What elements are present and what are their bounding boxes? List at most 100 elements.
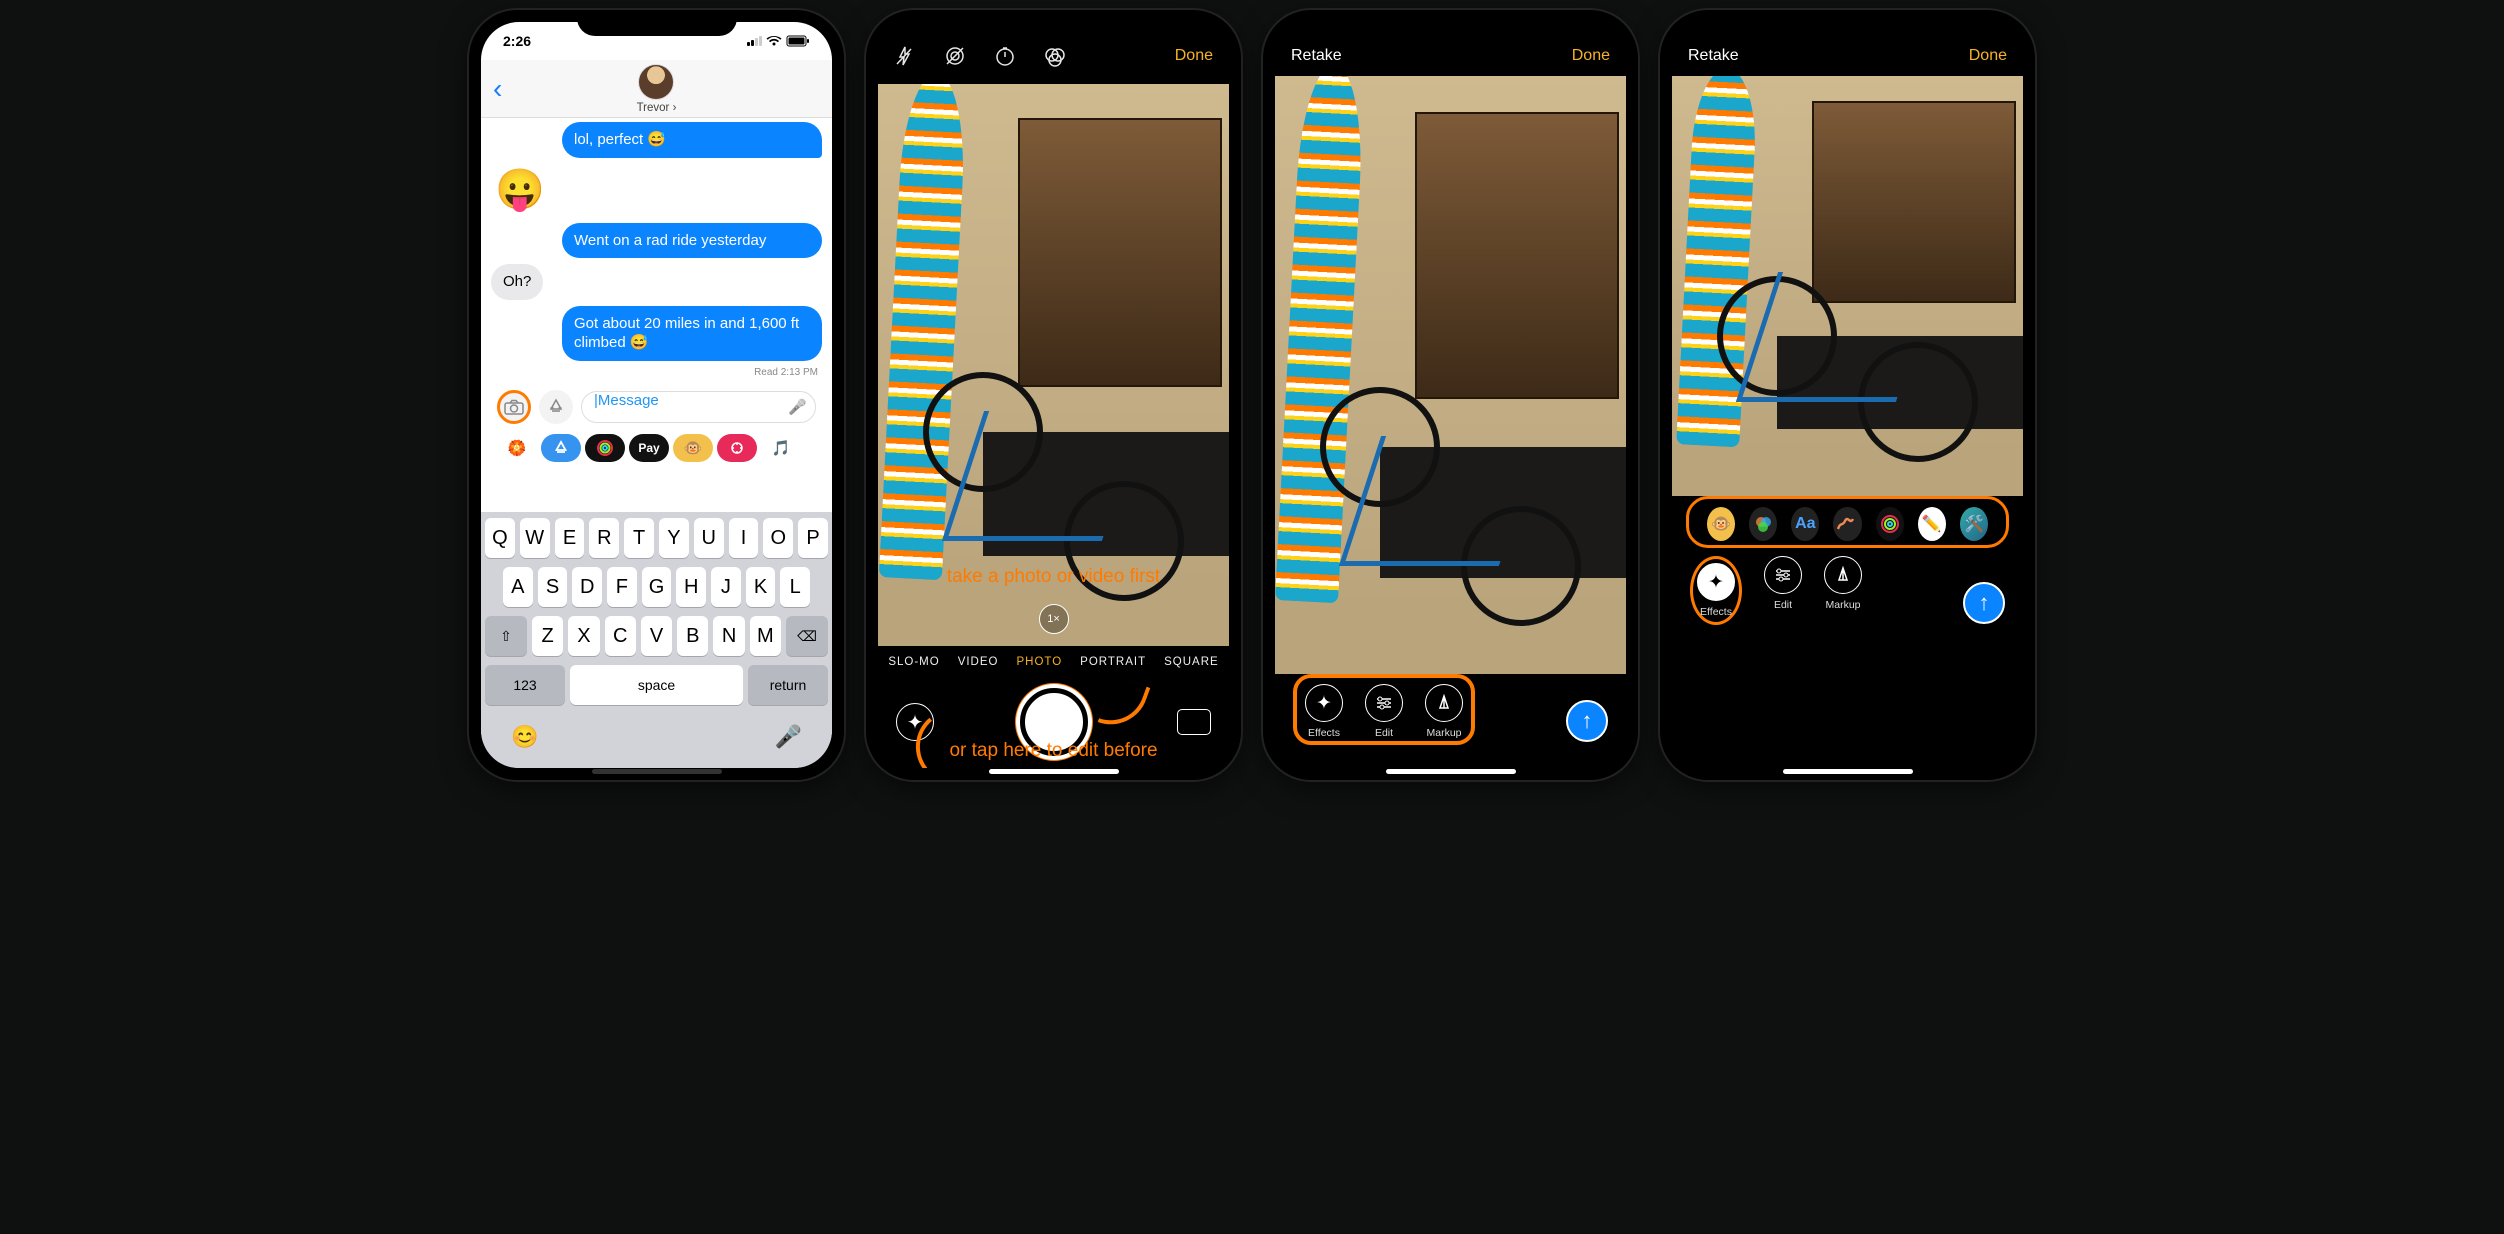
markup-button[interactable]: Markup bbox=[1425, 684, 1463, 739]
camera-button[interactable] bbox=[497, 390, 531, 424]
contact-header[interactable]: Trevor › bbox=[637, 64, 677, 114]
phone-messages: 2:26 ‹ Trevor › lol, perfect 😅 😛 Went on… bbox=[469, 10, 844, 780]
activity-effect-icon[interactable] bbox=[1876, 507, 1904, 541]
key-n[interactable]: N bbox=[713, 616, 744, 656]
effects-rail[interactable]: 🐵 Aa ✏️ 🛠️ bbox=[1686, 496, 2009, 548]
flip-camera-button[interactable] bbox=[1177, 709, 1211, 735]
photo-preview[interactable] bbox=[1275, 76, 1626, 674]
key-f[interactable]: F bbox=[607, 567, 637, 607]
home-indicator[interactable] bbox=[1783, 769, 1913, 774]
home-indicator[interactable] bbox=[1386, 769, 1516, 774]
key-p[interactable]: P bbox=[798, 518, 828, 558]
annotation-highlight: ✦Effects Edit Markup bbox=[1293, 674, 1475, 745]
key-c[interactable]: C bbox=[605, 616, 636, 656]
key-h[interactable]: H bbox=[676, 567, 706, 607]
input-bar: |Message bbox=[491, 386, 822, 430]
zoom-button[interactable]: 1× bbox=[1039, 604, 1069, 634]
send-button[interactable]: ↑ bbox=[1963, 582, 2005, 624]
mode-portrait[interactable]: PORTRAIT bbox=[1080, 656, 1146, 668]
home-indicator[interactable] bbox=[592, 769, 722, 774]
clock: 2:26 bbox=[503, 33, 531, 49]
key-o[interactable]: O bbox=[763, 518, 793, 558]
app-store-button[interactable] bbox=[539, 390, 573, 424]
key-j[interactable]: J bbox=[711, 567, 741, 607]
key-g[interactable]: G bbox=[642, 567, 672, 607]
sticker-effect-icon[interactable]: ✏️ bbox=[1918, 507, 1946, 541]
timer-icon[interactable] bbox=[994, 45, 1016, 67]
appstore-app-icon[interactable] bbox=[541, 434, 581, 462]
key-row-3: ⇧ ZXCVBNM ⌫ bbox=[485, 616, 828, 656]
effects-button[interactable]: ✦Effects bbox=[1305, 684, 1343, 739]
key-x[interactable]: X bbox=[568, 616, 599, 656]
keyboard[interactable]: QWERTYUIOP ASDFGHJKL ⇧ ZXCVBNM ⌫ 123 spa… bbox=[481, 512, 832, 768]
filters-icon[interactable] bbox=[1044, 45, 1066, 67]
key-t[interactable]: T bbox=[624, 518, 654, 558]
applepay-app-icon[interactable]: Pay bbox=[629, 434, 669, 462]
key-e[interactable]: E bbox=[555, 518, 585, 558]
text-effect-icon[interactable]: Aa bbox=[1791, 507, 1819, 541]
retake-button[interactable]: Retake bbox=[1291, 47, 1342, 65]
key-w[interactable]: W bbox=[520, 518, 550, 558]
camera-modes[interactable]: SLO-MO VIDEO PHOTO PORTRAIT SQUARE bbox=[878, 646, 1229, 676]
key-b[interactable]: B bbox=[677, 616, 708, 656]
numbers-key[interactable]: 123 bbox=[485, 665, 565, 705]
tool-effect-icon[interactable]: 🛠️ bbox=[1960, 507, 1988, 541]
shift-key[interactable]: ⇧ bbox=[485, 616, 527, 656]
received-message: Oh? bbox=[491, 264, 543, 300]
key-s[interactable]: S bbox=[538, 567, 568, 607]
digitaltouch-app-icon[interactable] bbox=[717, 434, 757, 462]
animoji-app-icon[interactable]: 🐵 bbox=[673, 434, 713, 462]
message-input[interactable]: |Message bbox=[581, 391, 816, 423]
key-r[interactable]: R bbox=[589, 518, 619, 558]
photos-app-icon[interactable]: 🏵️ bbox=[497, 434, 537, 462]
key-u[interactable]: U bbox=[694, 518, 724, 558]
key-a[interactable]: A bbox=[503, 567, 533, 607]
markup-button[interactable]: Markup bbox=[1824, 556, 1862, 611]
space-key[interactable]: space bbox=[570, 665, 743, 705]
key-d[interactable]: D bbox=[572, 567, 602, 607]
viewfinder[interactable]: 1× bbox=[878, 84, 1229, 646]
key-m[interactable]: M bbox=[750, 616, 781, 656]
back-button[interactable]: ‹ bbox=[493, 73, 502, 105]
mode-square[interactable]: SQUARE bbox=[1164, 656, 1219, 668]
music-app-icon[interactable]: 🎵 bbox=[761, 434, 801, 462]
done-button[interactable]: Done bbox=[1969, 47, 2007, 65]
notch bbox=[577, 10, 737, 36]
done-button[interactable]: Done bbox=[1175, 47, 1213, 65]
dictation-key[interactable]: 🎤 bbox=[775, 724, 802, 750]
home-indicator[interactable] bbox=[989, 769, 1119, 774]
key-i[interactable]: I bbox=[729, 518, 759, 558]
filters-effect-icon[interactable] bbox=[1749, 507, 1777, 541]
notch bbox=[1371, 10, 1531, 36]
key-z[interactable]: Z bbox=[532, 616, 563, 656]
key-k[interactable]: K bbox=[746, 567, 776, 607]
key-row-1: QWERTYUIOP bbox=[485, 518, 828, 558]
bike-illustration bbox=[1707, 210, 1988, 462]
avatar bbox=[638, 64, 674, 100]
animoji-effect-icon[interactable]: 🐵 bbox=[1707, 507, 1735, 541]
edit-button[interactable]: Edit bbox=[1764, 556, 1802, 611]
send-button[interactable]: ↑ bbox=[1566, 700, 1608, 742]
key-l[interactable]: L bbox=[780, 567, 810, 607]
key-v[interactable]: V bbox=[641, 616, 672, 656]
photo-preview[interactable] bbox=[1672, 76, 2023, 496]
flash-icon[interactable] bbox=[894, 45, 916, 67]
edit-button[interactable]: Edit bbox=[1365, 684, 1403, 739]
done-button[interactable]: Done bbox=[1572, 47, 1610, 65]
mode-slomo[interactable]: SLO-MO bbox=[888, 656, 939, 668]
activity-app-icon[interactable] bbox=[585, 434, 625, 462]
retake-button[interactable]: Retake bbox=[1688, 47, 1739, 65]
shapes-effect-icon[interactable] bbox=[1833, 507, 1861, 541]
live-off-icon[interactable] bbox=[944, 45, 966, 67]
emoji-key[interactable]: 😊 bbox=[511, 724, 538, 750]
backspace-key[interactable]: ⌫ bbox=[786, 616, 828, 656]
conversation[interactable]: lol, perfect 😅 😛 Went on a rad ride yest… bbox=[481, 118, 832, 512]
emoji-message: 😛 bbox=[495, 166, 822, 213]
key-q[interactable]: Q bbox=[485, 518, 515, 558]
return-key[interactable]: return bbox=[748, 665, 828, 705]
mode-photo[interactable]: PHOTO bbox=[1016, 656, 1062, 668]
app-drawer[interactable]: 🏵️ Pay 🐵 🎵 bbox=[491, 430, 822, 468]
key-y[interactable]: Y bbox=[659, 518, 689, 558]
effects-button[interactable]: ✦Effects bbox=[1697, 563, 1735, 618]
mode-video[interactable]: VIDEO bbox=[958, 656, 999, 668]
